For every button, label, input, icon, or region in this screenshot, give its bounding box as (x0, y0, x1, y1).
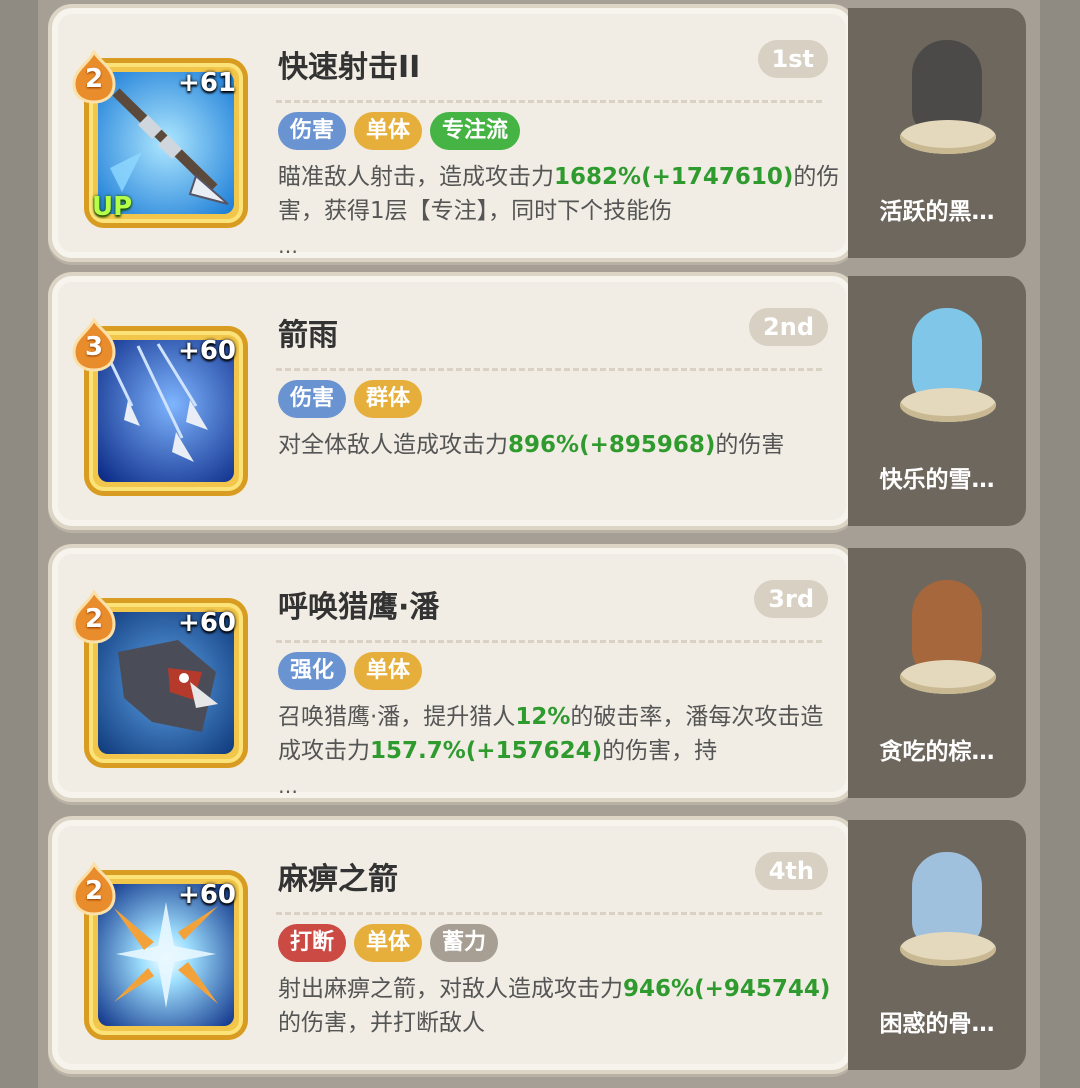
skill-description: 对全体敌人造成攻击力896%(+895968)的伤害 (278, 428, 843, 462)
level-value: 3 (84, 332, 104, 362)
desc-text: 对全体敌人造成攻击力 (278, 432, 508, 458)
tag-damage: 伤害 (278, 380, 347, 418)
pet-name: 活跃的黑… (879, 199, 995, 225)
desc-percent: 12% (515, 704, 571, 730)
skill-card[interactable]: +60 3 箭雨 2nd 伤害 群体 对全体敌人造成攻击力896%(+895968… (48, 272, 856, 530)
skill-row-1[interactable]: +61 UP 2 快速射击II 1st 伤害 单体 专注流 瞄准敌人射击，造成攻击力… (48, 4, 1038, 262)
tag-focus: 专注流 (430, 112, 521, 150)
desc-text: 召唤猎鹰·潘，提升猎人 (278, 704, 516, 730)
desc-bonus: (+895968) (579, 432, 716, 458)
rank-badge: 1st (757, 40, 828, 78)
pet-name: 贪吃的棕… (879, 739, 995, 765)
level-value: 2 (84, 876, 104, 906)
tag-group: 群体 (354, 380, 423, 418)
skill-row-4[interactable]: +60 2 麻痹之箭 4th 打断 单体 蓄力 射出麻痹之箭，对敌人造成攻击力946… (48, 816, 1038, 1074)
desc-percent: 946% (623, 976, 695, 1002)
tag-interrupt: 打断 (278, 924, 347, 962)
skill-title: 呼唤猎鹰·潘 (278, 590, 440, 625)
tag-list: 伤害 单体 专注流 (278, 112, 528, 150)
upgrade-label: UP (92, 192, 133, 222)
divider (276, 368, 822, 371)
level-value: 2 (84, 604, 104, 634)
pet-slot[interactable]: 快乐的雪… (848, 276, 1026, 526)
tag-list: 强化 单体 (278, 652, 430, 690)
description-ellipsis: … (278, 234, 300, 258)
divider (276, 640, 822, 643)
desc-bonus: (+945744) (694, 976, 831, 1002)
pet-name: 困惑的骨… (879, 1011, 995, 1037)
skill-bonus: +61 (178, 68, 236, 98)
desc-percent: 1682% (554, 164, 642, 190)
rank-badge: 2nd (749, 308, 828, 346)
pet-slot[interactable]: 贪吃的棕… (848, 548, 1026, 798)
description-ellipsis: … (278, 774, 300, 798)
tag-list: 伤害 群体 (278, 380, 430, 418)
level-badge: 2 (70, 588, 118, 644)
tag-buff: 强化 (278, 652, 347, 690)
pet-pedestal (900, 120, 996, 154)
skill-title: 箭雨 (278, 318, 338, 353)
desc-text: 射出麻痹之箭，对敌人造成攻击力 (278, 976, 623, 1002)
tag-list: 打断 单体 蓄力 (278, 924, 506, 962)
desc-bonus: (+1747610) (641, 164, 794, 190)
skill-row-3[interactable]: +60 2 呼唤猎鹰·潘 3rd 强化 单体 召唤猎鹰·潘，提升猎人12%的破击率… (48, 544, 1038, 802)
desc-percent: 157.7% (370, 738, 466, 764)
tag-single: 单体 (354, 112, 423, 150)
pet-pedestal (900, 388, 996, 422)
desc-text: 瞄准敌人射击，造成攻击力 (278, 164, 554, 190)
skill-card[interactable]: +60 2 麻痹之箭 4th 打断 单体 蓄力 射出麻痹之箭，对敌人造成攻击力946… (48, 816, 856, 1074)
pet-slot[interactable]: 困惑的骨… (848, 820, 1026, 1070)
desc-text: 的伤害，持 (602, 738, 718, 764)
level-value: 2 (84, 64, 104, 94)
pet-name: 快乐的雪… (879, 467, 995, 493)
desc-percent: 896% (508, 432, 580, 458)
skill-description: 瞄准敌人射击，造成攻击力1682%(+1747610)的伤害，获得1层【专注】，… (278, 160, 843, 228)
desc-text: 的伤害 (715, 432, 785, 458)
tag-single: 单体 (354, 652, 423, 690)
skill-card[interactable]: +61 UP 2 快速射击II 1st 伤害 单体 专注流 瞄准敌人射击，造成攻击力… (48, 4, 856, 262)
desc-bonus: (+157624) (465, 738, 603, 764)
tag-damage: 伤害 (278, 112, 347, 150)
skill-bonus: +60 (178, 880, 236, 910)
level-badge: 3 (70, 316, 118, 372)
level-badge: 2 (70, 860, 118, 916)
tag-single: 单体 (354, 924, 423, 962)
skill-bonus: +60 (178, 336, 236, 366)
rank-badge: 3rd (754, 580, 828, 618)
skill-card[interactable]: +60 2 呼唤猎鹰·潘 3rd 强化 单体 召唤猎鹰·潘，提升猎人12%的破击率… (48, 544, 856, 802)
divider (276, 100, 822, 103)
skill-title: 麻痹之箭 (278, 862, 398, 897)
rank-badge: 4th (754, 852, 828, 890)
pet-pedestal (900, 660, 996, 694)
skill-bonus: +60 (178, 608, 236, 638)
divider (276, 912, 822, 915)
skill-description: 召唤猎鹰·潘，提升猎人12%的破击率，潘每次攻击造成攻击力157.7%(+157… (278, 700, 843, 768)
skill-description: 射出麻痹之箭，对敌人造成攻击力946%(+945744) 的伤害，并打断敌人 (278, 972, 843, 1040)
tag-charge: 蓄力 (430, 924, 499, 962)
skill-title: 快速射击II (278, 50, 421, 85)
skill-row-2[interactable]: +60 3 箭雨 2nd 伤害 群体 对全体敌人造成攻击力896%(+895968… (48, 272, 1038, 530)
level-badge: 2 (70, 48, 118, 104)
pet-pedestal (900, 932, 996, 966)
pet-slot[interactable]: 活跃的黑… (848, 8, 1026, 258)
desc-text: 的伤害，并打断敌人 (278, 1010, 485, 1036)
